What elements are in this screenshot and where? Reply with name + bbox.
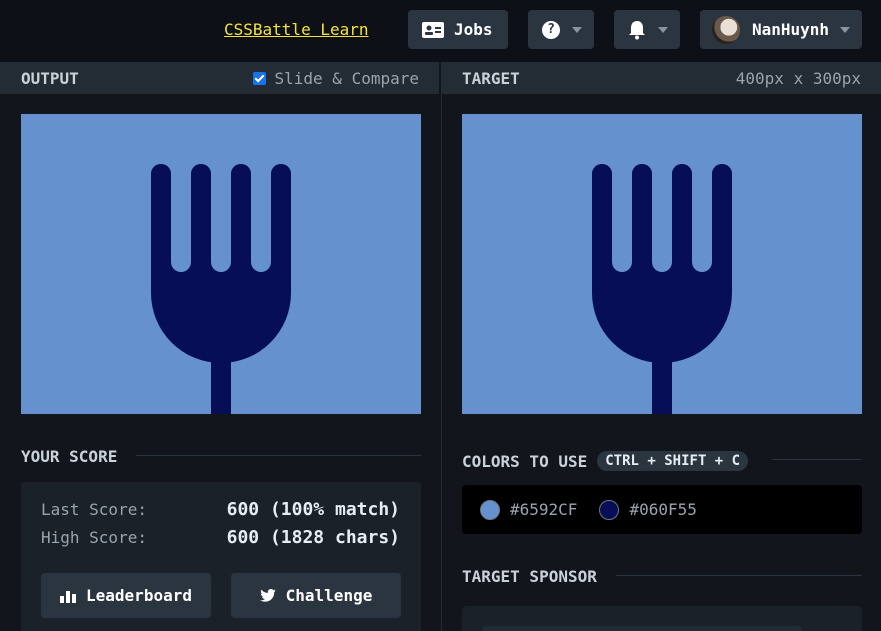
output-panel-header: OUTPUT Slide & Compare (0, 62, 441, 94)
sponsor-card (462, 606, 862, 631)
top-bar: CSSBattle Learn Jobs ? NanHuynh (0, 0, 881, 62)
section-divider (772, 459, 862, 460)
copy-colors-shortcut: CTRL + SHIFT + C (597, 451, 749, 471)
color-swatch-item[interactable]: #6592CF (480, 499, 578, 520)
section-divider (136, 455, 421, 456)
score-card: Last Score: 600 (100% match) High Score:… (21, 482, 421, 631)
id-card-icon (422, 21, 444, 38)
last-score-value: 600 (100% match) (226, 499, 400, 520)
fork-gap-round (171, 252, 191, 272)
bar-chart-icon (60, 590, 77, 603)
fork-tine (151, 164, 171, 272)
fork-tine (191, 164, 211, 272)
color-palette: #6592CF #060F55 (462, 485, 862, 534)
fork-tine (712, 164, 732, 272)
fork-handle (211, 344, 231, 414)
target-sponsor-heading: TARGET SPONSOR (462, 567, 597, 586)
fork-gap-round (211, 252, 231, 272)
jobs-button[interactable]: Jobs (408, 10, 508, 49)
chevron-down-icon (658, 26, 668, 33)
bell-icon (629, 20, 645, 39)
your-score-title: YOUR SCORE (21, 447, 118, 466)
fork-handle (652, 344, 672, 414)
slide-compare-label: Slide & Compare (274, 68, 420, 88)
colors-title: COLORS TO USE (462, 451, 588, 471)
color-swatch (480, 499, 500, 520)
fork-gap-round (612, 252, 632, 272)
section-divider (616, 575, 862, 576)
fork-gap-round (692, 252, 712, 272)
color-hex: #6592CF (510, 500, 578, 519)
target-dimensions: 400px x 300px (735, 68, 861, 88)
twitter-icon (259, 589, 276, 602)
colors-heading: COLORS TO USE CTRL + SHIFT + C (462, 451, 749, 471)
fork-tine (271, 164, 291, 272)
chevron-down-icon (572, 26, 582, 33)
cssbattle-learn-link[interactable]: CSSBattle Learn (224, 20, 369, 39)
output-canvas[interactable] (21, 114, 421, 414)
fork-tine (672, 164, 692, 272)
jobs-label: Jobs (454, 20, 493, 39)
sponsor-title: TARGET SPONSOR (462, 567, 597, 586)
fork-tine (592, 164, 612, 272)
fork-tine (632, 164, 652, 272)
help-menu-button[interactable]: ? (528, 10, 594, 49)
slide-compare-checkbox[interactable] (252, 71, 266, 85)
question-icon: ? (542, 20, 560, 39)
color-hex: #060F55 (629, 500, 697, 519)
user-menu-button[interactable]: NanHuynh (700, 10, 862, 49)
slide-compare-toggle[interactable]: Slide & Compare (252, 68, 420, 88)
challenge-label: Challenge (285, 586, 373, 605)
high-score-label: High Score: (41, 528, 147, 547)
your-score-heading: YOUR SCORE (21, 447, 117, 466)
chevron-down-icon (840, 26, 851, 33)
avatar (712, 15, 740, 44)
panel-divider (441, 94, 442, 631)
fork-tine (231, 164, 251, 272)
sponsor-placeholder (482, 626, 802, 631)
target-title: TARGET (462, 68, 520, 88)
username: NanHuynh (752, 20, 830, 39)
target-canvas[interactable] (462, 114, 862, 414)
high-score-value: 600 (1828 chars) (226, 527, 400, 548)
notifications-button[interactable] (614, 10, 680, 49)
leaderboard-button[interactable]: Leaderboard (41, 573, 211, 618)
output-title: OUTPUT (21, 68, 79, 88)
fork-gap-round (652, 252, 672, 272)
last-score-label: Last Score: (41, 500, 147, 519)
target-panel-header: TARGET 400px x 300px (441, 62, 881, 94)
leaderboard-label: Leaderboard (86, 586, 192, 605)
fork-gap-round (251, 252, 271, 272)
challenge-button[interactable]: Challenge (231, 573, 401, 618)
color-swatch (599, 499, 620, 520)
color-swatch-item[interactable]: #060F55 (599, 499, 697, 520)
